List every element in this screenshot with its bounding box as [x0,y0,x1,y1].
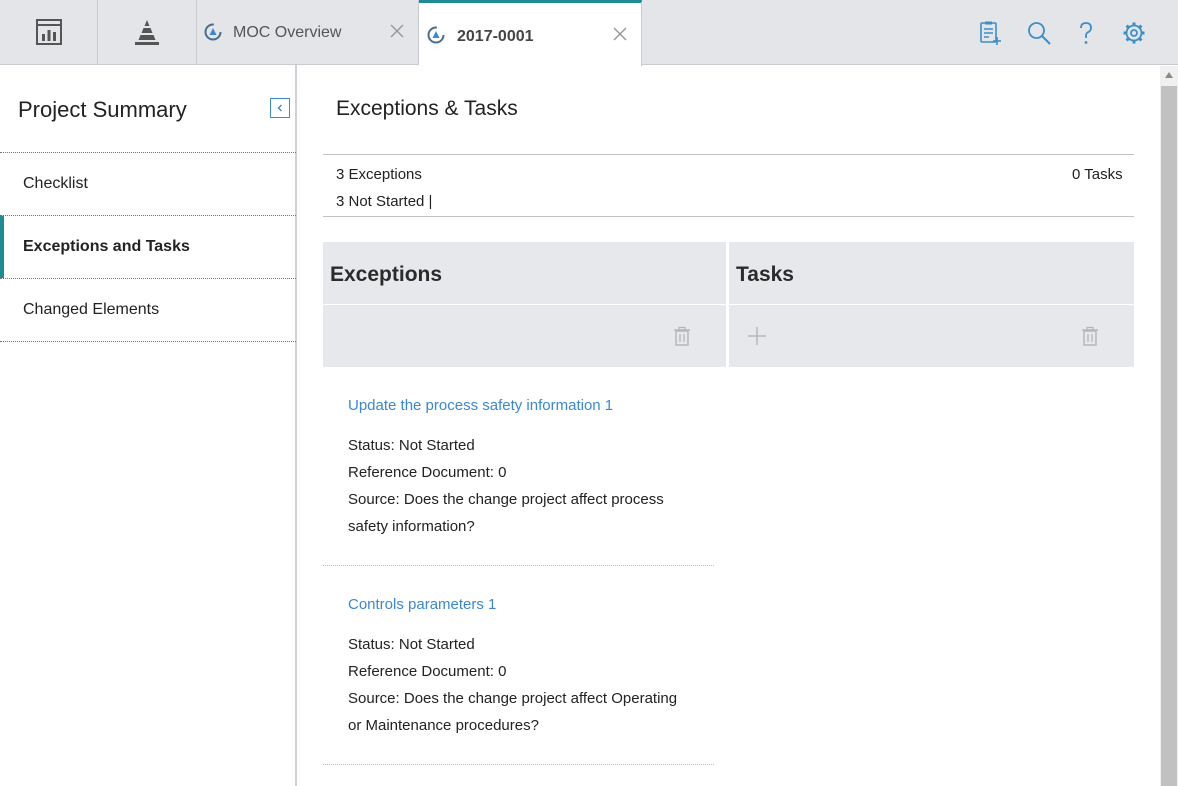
close-icon[interactable] [388,22,406,40]
exception-source-cont: safety information? [348,518,475,535]
exception-source-cont: or Maintenance procedures? [348,717,539,734]
help-button[interactable] [1073,20,1099,46]
tasks-count: 0 Tasks [1072,166,1123,183]
pyramid-icon [135,20,159,45]
trash-icon[interactable] [671,325,693,347]
top-tab-bar: MOC Overview 2017-0001 [0,0,1178,66]
summary-divider-top [323,154,1134,155]
tab-label: 2017-0001 [457,28,534,45]
trash-icon[interactable] [1079,325,1101,347]
triangle-up-icon [1165,72,1173,78]
dashboard-tile[interactable] [0,0,98,64]
scroll-up-button[interactable] [1160,66,1178,84]
moc-process-icon [204,23,222,41]
sidebar-item-exceptions-and-tasks[interactable]: Exceptions and Tasks [0,215,296,278]
tab-label: MOC Overview [233,24,342,41]
exceptions-panel-header: Exceptions [323,242,726,304]
pyramid-tile[interactable] [98,0,197,64]
tab-2017-0001[interactable]: 2017-0001 [419,0,642,66]
project-summary-sidebar: Project Summary Checklist Exceptions and… [0,65,297,786]
search-icon [1028,22,1051,45]
settings-button[interactable] [1121,20,1147,46]
scroll-thumb[interactable] [1161,86,1177,786]
dashboard-icon [35,19,62,45]
exception-source: Source: Does the change project affect p… [348,491,664,508]
tasks-panel-title: Tasks [736,263,794,286]
clipboard-add-button[interactable] [977,20,1003,46]
exception-title-link[interactable]: Update the process safety information 1 [348,397,613,414]
exception-reference: Reference Document: 0 [348,663,507,680]
summary-divider-bottom [323,216,1134,217]
not-started-count: 3 Not Started | [336,193,433,210]
sidebar-item-label: Checklist [23,175,88,192]
sidebar-item-checklist[interactable]: Checklist [0,152,296,215]
page-title: Exceptions & Tasks [336,97,518,120]
exceptions-count: 3 Exceptions [336,166,422,183]
gear-icon [1123,22,1145,44]
tasks-toolbar [729,305,1134,367]
sidebar-item-changed-elements[interactable]: Changed Elements [0,278,296,341]
tab-moc-overview[interactable]: MOC Overview [197,0,419,64]
exceptions-toolbar [323,305,726,367]
help-icon [1080,22,1092,44]
vertical-scrollbar[interactable] [1160,66,1178,786]
chevron-left-icon [277,104,282,112]
exception-reference: Reference Document: 0 [348,464,507,481]
exception-title-link[interactable]: Controls parameters 1 [348,596,496,613]
exception-status: Status: Not Started [348,437,475,454]
exception-status: Status: Not Started [348,636,475,653]
moc-process-icon [427,26,445,44]
search-button[interactable] [1026,20,1052,46]
sidebar-item-label: Exceptions and Tasks [23,238,190,255]
collapse-sidebar-button[interactable] [270,98,290,118]
card-divider [323,764,714,765]
close-icon[interactable] [611,25,629,43]
exception-source: Source: Does the change project affect O… [348,690,678,707]
sidebar-title: Project Summary [18,97,187,122]
add-icon[interactable] [746,325,768,347]
clipboard-add-icon [980,21,1001,45]
sidebar-item-label: Changed Elements [23,301,160,318]
card-divider [323,565,714,566]
tasks-panel-header: Tasks [729,242,1134,304]
sidebar-divider [0,341,296,342]
exceptions-panel-title: Exceptions [330,263,443,286]
